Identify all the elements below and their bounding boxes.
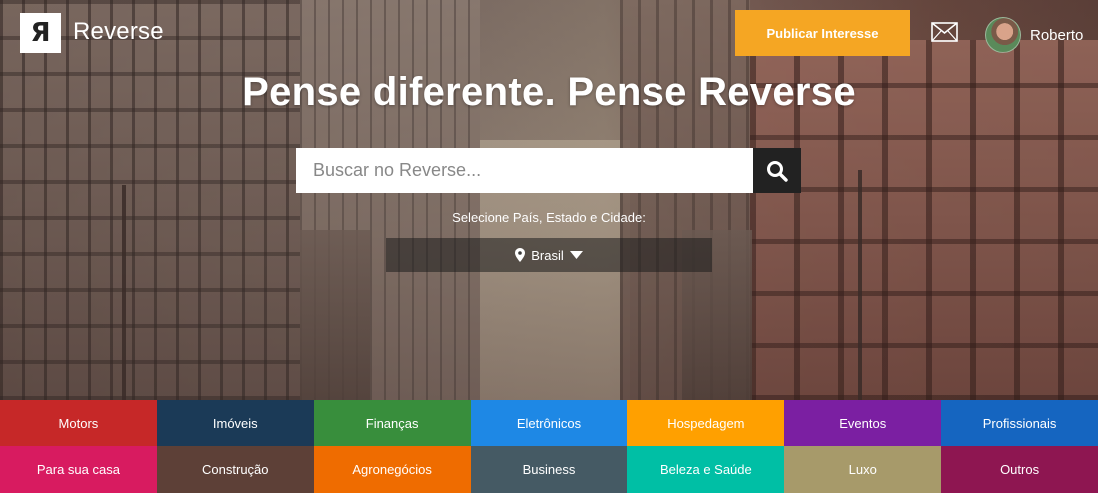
location-select[interactable]: Brasil	[386, 238, 712, 272]
category-luxo[interactable]: Luxo	[784, 446, 942, 493]
category-motors[interactable]: Motors	[0, 400, 157, 446]
hero-background	[0, 0, 1098, 400]
category-eventos[interactable]: Eventos	[784, 400, 942, 446]
street-lamp	[858, 170, 862, 400]
category-beleza-e-saude[interactable]: Beleza e Saúde	[627, 446, 785, 493]
street-tower-left	[300, 230, 370, 400]
hero-title: Pense diferente. Pense Reverse	[242, 70, 856, 114]
map-marker-icon	[515, 248, 526, 262]
category-financas[interactable]: Finanças	[313, 400, 471, 446]
category-business[interactable]: Business	[470, 446, 628, 493]
category-para-sua-casa[interactable]: Para sua casa	[0, 446, 157, 493]
caret-down-icon	[569, 251, 583, 259]
location-label: Selecione País, Estado e Cidade:	[452, 210, 646, 225]
user-avatar[interactable]	[985, 17, 1021, 53]
category-hospedagem[interactable]: Hospedagem	[627, 400, 785, 446]
logo-mark[interactable]: Я	[20, 13, 61, 53]
search-input[interactable]	[296, 148, 753, 193]
search-icon	[767, 160, 788, 182]
category-eletronicos[interactable]: Eletrônicos	[470, 400, 628, 446]
logo-text[interactable]: Reverse	[73, 18, 164, 46]
publish-interest-button[interactable]: Publicar Interesse	[735, 10, 910, 56]
location-value: Brasil	[531, 247, 564, 263]
search-button[interactable]	[753, 148, 801, 193]
category-imoveis[interactable]: Imóveis	[156, 400, 314, 446]
user-name[interactable]: Roberto	[1030, 27, 1083, 44]
category-agronegocios[interactable]: Agronegócios	[313, 446, 471, 493]
category-profissionais[interactable]: Profissionais	[941, 400, 1098, 446]
category-construcao[interactable]: Construção	[156, 446, 314, 493]
mail-icon[interactable]	[931, 22, 958, 42]
category-grid: Motors Imóveis Finanças Eletrônicos Hosp…	[0, 400, 1098, 493]
category-outros[interactable]: Outros	[941, 446, 1098, 493]
building-left	[0, 0, 300, 400]
